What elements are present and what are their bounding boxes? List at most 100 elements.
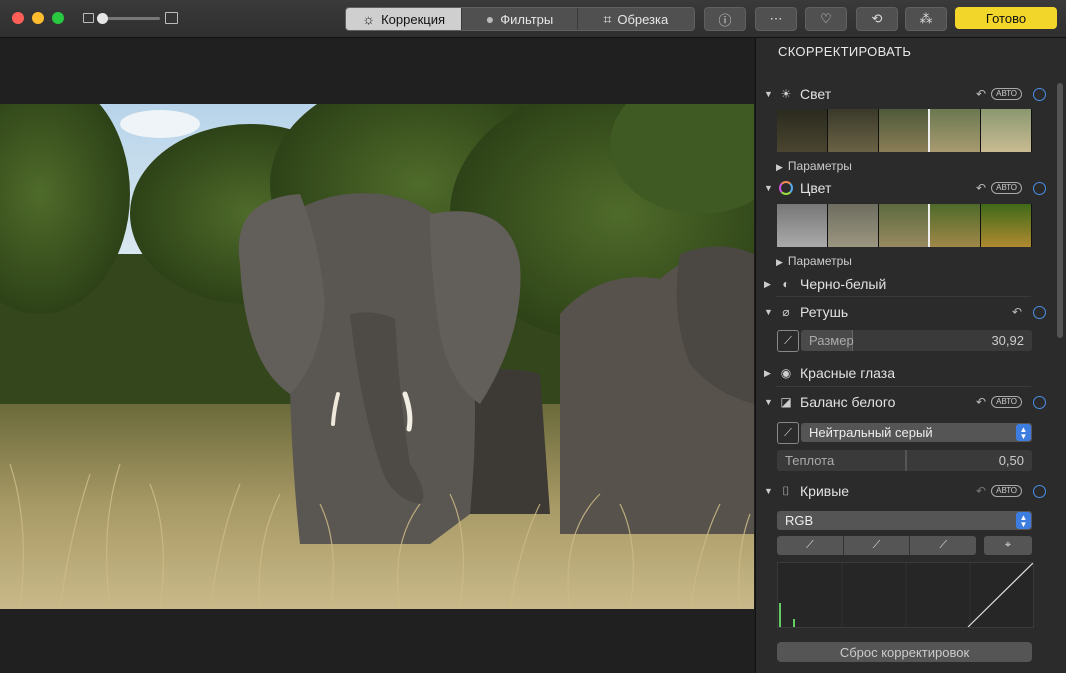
auto-light-button[interactable]: АВТО — [991, 88, 1022, 100]
white-balance-icon: ◪ — [780, 395, 792, 409]
undo-retouch-icon[interactable]: ↶ — [1012, 305, 1022, 319]
wb-mode-value: Нейтральный серый — [809, 425, 933, 440]
eyedropper-icon: ⟋ — [784, 426, 792, 439]
undo-light-icon[interactable]: ↶ — [976, 87, 986, 101]
tab-adjust[interactable]: ☼ Коррекция — [346, 8, 463, 30]
light-thumb-2[interactable] — [827, 109, 879, 152]
curves-graph[interactable] — [777, 562, 1034, 628]
filters-icon: ● — [485, 11, 495, 27]
color-wheel-icon — [778, 180, 794, 196]
minimize-window-button[interactable] — [32, 12, 44, 24]
section-redeye-header[interactable]: ▶ ◉ Красные глаза — [756, 363, 1046, 383]
disclosure-open-icon[interactable]: ▼ — [764, 486, 773, 496]
color-thumb-4[interactable] — [930, 204, 982, 247]
reset-adjustments-button[interactable]: Сброс корректировок — [777, 642, 1032, 662]
light-options-disclosure[interactable]: ▶ Параметры — [776, 159, 852, 173]
favorite-button[interactable]: ♡ — [805, 7, 847, 31]
auto-curves-button[interactable]: АВТО — [991, 485, 1022, 497]
photo-viewer — [0, 38, 754, 673]
wb-warmth-label: Теплота — [785, 453, 835, 468]
info-icon: ⓘ — [718, 12, 732, 28]
wb-warmth-slider[interactable]: Теплота 0,50 — [777, 450, 1032, 471]
section-bw-header[interactable]: ▶ ◐ Черно-белый — [756, 274, 1046, 294]
section-bw-label: Черно-белый — [800, 276, 887, 292]
auto-wb-button[interactable]: АВТО — [991, 396, 1022, 408]
section-wb-header[interactable]: ▼ ◪ Баланс белого ↶ АВТО — [756, 392, 1046, 412]
brush-icon: ⟋ — [784, 334, 792, 347]
curves-icon: ⌷ — [782, 483, 790, 498]
white-point-picker[interactable]: ⟋ — [910, 536, 976, 555]
light-thumb-3[interactable] — [878, 109, 931, 152]
curves-channel-select[interactable]: RGB ▲ ▼ — [777, 511, 1032, 530]
tab-filters[interactable]: ● Фильтры — [462, 8, 578, 30]
light-thumb-1[interactable] — [777, 109, 828, 152]
adjust-icon: ☼ — [362, 11, 376, 27]
rotate-button[interactable]: ⟲ — [856, 7, 898, 31]
section-redeye-label: Красные глаза — [800, 365, 895, 381]
toolbar: ☼ Коррекция ● Фильтры ⌗ Обрезка ⓘ ⋯ ♡ ⟲ … — [0, 0, 1066, 38]
retouch-toggle[interactable] — [1033, 305, 1046, 319]
panel-scrollbar[interactable] — [1057, 83, 1063, 338]
curves-channel-value: RGB — [785, 513, 814, 528]
color-thumb-1[interactable] — [777, 204, 828, 247]
light-thumb-5[interactable] — [981, 109, 1032, 152]
done-button[interactable]: Готово — [955, 7, 1057, 29]
disclosure-open-icon[interactable]: ▼ — [764, 89, 773, 99]
disclosure-closed-icon[interactable]: ▶ — [764, 368, 772, 379]
disclosure-open-icon[interactable]: ▼ — [764, 397, 773, 407]
close-window-button[interactable] — [12, 12, 24, 24]
section-curves-label: Кривые — [800, 483, 850, 499]
color-options-disclosure[interactable]: ▶ Параметры — [776, 254, 852, 268]
disclosure-closed-icon[interactable]: ▶ — [764, 279, 772, 290]
bandage-icon: ⌀ — [782, 305, 790, 319]
undo-curves-icon[interactable]: ↶ — [976, 484, 986, 498]
section-color-label: Цвет — [800, 180, 832, 196]
add-point-button[interactable]: ⌖ — [984, 536, 1032, 555]
disclosure-open-icon[interactable]: ▼ — [764, 183, 773, 193]
color-thumb-3[interactable] — [878, 204, 931, 247]
elephant-photo[interactable] — [0, 104, 754, 609]
zoom-slider[interactable] — [97, 13, 160, 24]
info-button[interactable]: ⓘ — [704, 7, 746, 31]
section-wb-label: Баланс белого — [800, 394, 896, 410]
auto-color-button[interactable]: АВТО — [991, 182, 1022, 194]
light-thumb-4[interactable] — [930, 109, 982, 152]
wb-eyedropper-button[interactable]: ⟋ — [777, 422, 799, 444]
undo-wb-icon[interactable]: ↶ — [976, 395, 986, 409]
wb-mode-select[interactable]: Нейтральный серый ▲ ▼ — [801, 423, 1032, 442]
undo-color-icon[interactable]: ↶ — [976, 181, 986, 195]
crosshair-icon: ⌖ — [1004, 539, 1012, 551]
color-thumb-5[interactable] — [981, 204, 1032, 247]
color-options-label: Параметры — [787, 254, 852, 268]
disclosure-open-icon[interactable]: ▼ — [764, 307, 773, 317]
retouch-brush-button[interactable]: ⟋ — [777, 330, 799, 352]
section-light-header[interactable]: ▼ ☀ Свет ↶ АВТО — [756, 84, 1046, 104]
section-curves-header[interactable]: ▼ ⌷ Кривые ↶ АВТО — [756, 481, 1046, 501]
auto-enhance-button[interactable]: ⁂ — [905, 7, 947, 31]
section-light-label: Свет — [800, 86, 832, 102]
light-toggle[interactable] — [1033, 87, 1046, 101]
retouch-size-slider[interactable]: Размер 30,92 — [801, 330, 1032, 351]
section-color-header[interactable]: ▼ Цвет ↶ АВТО — [756, 178, 1046, 198]
color-thumb-2[interactable] — [827, 204, 879, 247]
more-button[interactable]: ⋯ — [755, 7, 797, 31]
gray-point-picker[interactable]: ⟋ — [844, 536, 911, 555]
wb-toggle[interactable] — [1033, 395, 1046, 409]
wb-warmth-value: 0,50 — [998, 453, 1024, 468]
retouch-size-value: 30,92 — [991, 333, 1024, 348]
color-filmstrip[interactable] — [777, 204, 1032, 247]
color-toggle[interactable] — [1033, 181, 1046, 195]
wb-warmth-marker — [904, 450, 907, 471]
zoom-slider-knob[interactable] — [97, 13, 108, 24]
chevron-updown-icon: ▲ ▼ — [1016, 512, 1031, 529]
eyedropper-gray-icon: ⟋ — [872, 539, 881, 551]
heart-icon: ♡ — [820, 11, 832, 26]
divider — [776, 386, 1031, 387]
curves-toggle[interactable] — [1033, 484, 1046, 498]
black-point-picker[interactable]: ⟋ — [777, 536, 844, 555]
light-filmstrip[interactable] — [777, 109, 1032, 152]
section-retouch-header[interactable]: ▼ ⌀ Ретушь ↶ — [756, 302, 1046, 322]
tab-crop[interactable]: ⌗ Обрезка — [578, 8, 694, 30]
chevron-updown-icon: ▲ ▼ — [1016, 424, 1031, 441]
zoom-window-button[interactable] — [52, 12, 64, 24]
